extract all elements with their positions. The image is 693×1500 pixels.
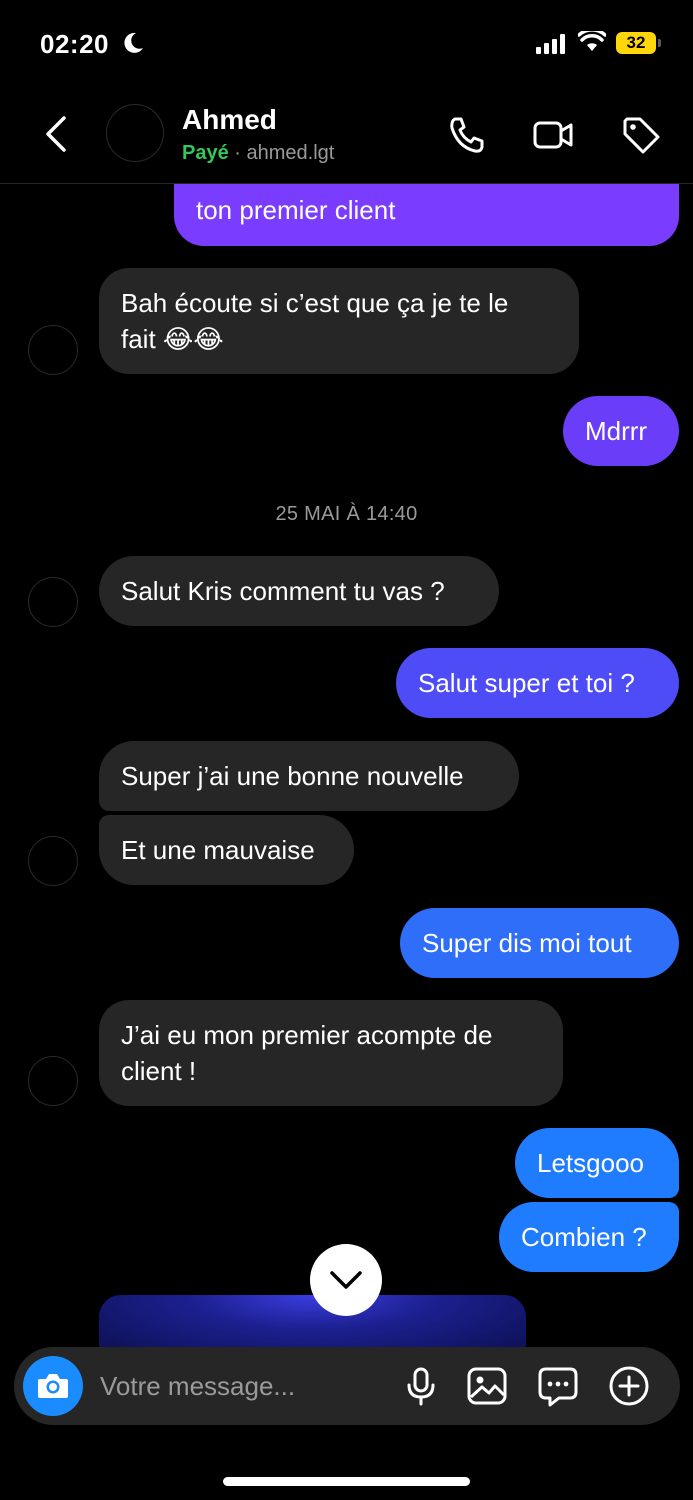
home-indicator[interactable] xyxy=(223,1477,470,1486)
back-chevron-icon[interactable] xyxy=(40,112,76,156)
date-separator: 25 MAI À 14:40 xyxy=(275,503,418,525)
message-text: Bah écoute si c’est que ça je te le xyxy=(121,288,509,318)
message-incoming[interactable]: Bah écoute si c’est que ça je te le fait… xyxy=(99,268,579,374)
camera-icon xyxy=(38,1374,68,1398)
message-text: Mdrrr xyxy=(585,416,648,446)
message-composer xyxy=(14,1347,680,1425)
contact-handle: ahmed.lgt xyxy=(246,142,335,164)
message-incoming[interactable]: Et une mauvaise xyxy=(99,815,354,885)
message-incoming[interactable]: J’ai eu mon premier acompte de client ! xyxy=(99,1000,563,1106)
video-camera-icon[interactable] xyxy=(530,112,576,158)
message-outgoing[interactable]: Salut super et toi ? xyxy=(396,648,679,718)
media-preview-card[interactable] xyxy=(99,1295,526,1355)
message-text: J’ai eu mon premier acompte de xyxy=(121,1020,493,1050)
message-text: fait 😂😂 xyxy=(121,324,224,354)
subtitle-separator: · xyxy=(234,142,241,164)
camera-button[interactable] xyxy=(23,1356,83,1416)
message-text: Super j’ai une bonne nouvelle xyxy=(121,761,464,791)
message-text: Salut super et toi ? xyxy=(418,668,635,698)
message-incoming[interactable]: Super j’ai une bonne nouvelle xyxy=(99,741,519,811)
contact-avatar-small[interactable] xyxy=(28,325,78,375)
message-text: Et une mauvaise xyxy=(121,835,315,865)
message-text: ton premier client xyxy=(196,195,396,225)
message-text: Combien ? xyxy=(521,1222,647,1252)
microphone-icon[interactable] xyxy=(400,1365,442,1407)
tag-icon[interactable] xyxy=(618,112,664,158)
contact-name[interactable]: Ahmed xyxy=(182,104,277,136)
contact-avatar-small[interactable] xyxy=(28,836,78,886)
message-text: Salut Kris comment tu vas ? xyxy=(121,576,445,606)
message-outgoing[interactable]: Super dis moi tout xyxy=(400,908,679,978)
message-input[interactable] xyxy=(100,1367,380,1405)
plus-circle-icon[interactable] xyxy=(608,1365,650,1407)
contact-subtitle: Payé · ahmed.lgt xyxy=(182,142,334,165)
conversation-header: Ahmed Payé · ahmed.lgt xyxy=(0,92,693,184)
message-text: Super dis moi tout xyxy=(422,928,632,958)
paid-status-label: Payé xyxy=(182,142,229,164)
sticker-chat-icon[interactable] xyxy=(537,1365,579,1407)
message-incoming[interactable]: Salut Kris comment tu vas ? xyxy=(99,556,499,626)
scroll-to-bottom-button[interactable] xyxy=(310,1244,382,1316)
message-text: client ! xyxy=(121,1056,197,1086)
contact-avatar-small[interactable] xyxy=(28,1056,78,1106)
contact-avatar[interactable] xyxy=(106,104,164,162)
message-thread[interactable]: ton premier client Bah écoute si c’est q… xyxy=(0,0,693,1500)
message-outgoing[interactable]: Combien ? xyxy=(499,1202,679,1272)
contact-avatar-small[interactable] xyxy=(28,577,78,627)
message-outgoing[interactable]: Mdrrr xyxy=(563,396,679,466)
message-text: Letsgooo xyxy=(537,1148,644,1178)
phone-icon[interactable] xyxy=(444,112,490,158)
message-outgoing[interactable]: Letsgooo xyxy=(515,1128,679,1198)
chevron-down-icon xyxy=(330,1271,362,1289)
image-icon[interactable] xyxy=(466,1365,508,1407)
